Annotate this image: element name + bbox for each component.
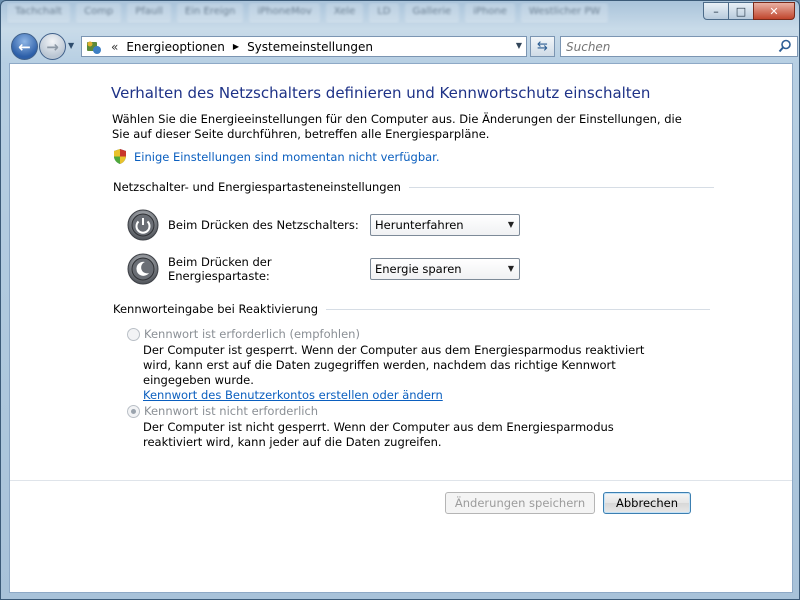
- password-not-required-label: Kennwort ist nicht erforderlich: [144, 404, 319, 418]
- description-text: Der Computer ist nicht gesperrt. Wenn de…: [143, 420, 614, 449]
- breadcrumb-energieoptionen[interactable]: Energieoptionen: [126, 40, 225, 54]
- footer-divider: [10, 480, 792, 481]
- recent-pages-dropdown-icon[interactable]: ▼: [68, 41, 74, 50]
- search-icon[interactable]: [778, 39, 792, 53]
- window-frame: Tachchalt Comp Pfaull Ein Ereign iPhoneM…: [0, 0, 800, 600]
- content-pane: Verhalten des Netzschalters definieren u…: [9, 63, 793, 593]
- close-button[interactable]: ✕: [753, 2, 795, 20]
- caption-buttons: – □ ✕: [703, 2, 795, 20]
- chevron-down-icon: ▼: [507, 220, 514, 229]
- maximize-button[interactable]: □: [728, 2, 754, 20]
- description-text: Der Computer ist gesperrt. Wenn der Comp…: [143, 343, 645, 387]
- page-title: Verhalten des Netzschalters definieren u…: [111, 84, 651, 102]
- sleep-button-action-dropdown[interactable]: Energie sparen ▼: [370, 258, 520, 280]
- power-button-action-dropdown[interactable]: Herunterfahren ▼: [370, 214, 520, 236]
- breadcrumb-overflow[interactable]: «: [111, 40, 118, 54]
- blurred-text: Westlicher PW: [520, 3, 609, 23]
- admin-settings-row: Einige Einstellungen sind momentan nicht…: [112, 148, 440, 165]
- unavailable-settings-link[interactable]: Einige Einstellungen sind momentan nicht…: [134, 150, 440, 164]
- sleep-button-label: Beim Drücken der Energiespartaste:: [168, 255, 272, 283]
- chevron-down-icon: ▼: [507, 264, 514, 273]
- refresh-button[interactable]: ⇆: [530, 36, 555, 57]
- address-dropdown-icon[interactable]: ▼: [516, 41, 522, 50]
- save-changes-button[interactable]: Änderungen speichern: [445, 492, 595, 514]
- search-box[interactable]: [560, 36, 798, 57]
- blurred-text: Gallerie: [404, 3, 460, 23]
- power-button-icon: [127, 209, 159, 241]
- breadcrumb-systemeinstellungen[interactable]: Systemeinstellungen: [247, 40, 373, 54]
- sleep-button-icon: [127, 253, 159, 285]
- dropdown-value: Herunterfahren: [375, 218, 464, 232]
- power-button-setting-row: Beim Drücken des Netzschalters: Herunter…: [127, 209, 520, 241]
- password-section-heading: Kennworteingabe bei Reaktivierung: [113, 302, 711, 316]
- breadcrumb-separator-icon[interactable]: ▶: [233, 42, 239, 51]
- control-panel-icon: [87, 41, 101, 54]
- section-divider: [326, 308, 711, 310]
- uac-shield-icon: [114, 149, 126, 164]
- minimize-button[interactable]: –: [703, 2, 729, 20]
- blurred-text: iPhoneMov: [249, 3, 320, 23]
- blurred-text: Tachchalt: [7, 3, 71, 23]
- password-not-required-description: Der Computer ist nicht gesperrt. Wenn de…: [143, 420, 673, 450]
- blurred-text: iPhone: [465, 3, 515, 23]
- title-bar[interactable]: Tachchalt Comp Pfaull Ein Ereign iPhoneM…: [1, 1, 800, 27]
- power-buttons-section-heading: Netzschalter- und Energiespartasteneinst…: [113, 180, 714, 194]
- blurred-text: Pfaull: [127, 3, 171, 23]
- background-taskbar-reflection: Tachchalt Comp Pfaull Ein Ereign iPhoneM…: [7, 3, 697, 23]
- section-heading-text: Netzschalter- und Energiespartasteneinst…: [113, 180, 401, 194]
- section-divider: [408, 186, 714, 188]
- forward-button[interactable]: →: [39, 33, 66, 60]
- password-required-description: Der Computer ist gesperrt. Wenn der Comp…: [143, 343, 673, 403]
- password-not-required-option[interactable]: Kennwort ist nicht erforderlich: [127, 404, 318, 418]
- password-required-radio[interactable]: [127, 327, 140, 341]
- password-not-required-radio[interactable]: [127, 404, 140, 418]
- address-bar[interactable]: « Energieoptionen ▶ Systemeinstellungen …: [81, 36, 527, 57]
- blurred-text: Ein Ereign: [176, 3, 244, 23]
- power-button-label: Beim Drücken des Netzschalters:: [168, 218, 359, 232]
- cancel-button[interactable]: Abbrechen: [603, 492, 691, 514]
- section-heading-text: Kennworteingabe bei Reaktivierung: [113, 302, 319, 316]
- blurred-text: LD: [369, 3, 399, 23]
- search-input[interactable]: [566, 39, 766, 54]
- blurred-text: Comp: [76, 3, 122, 23]
- password-required-label: Kennwort ist erforderlich (empfohlen): [144, 327, 360, 341]
- blurred-text: Xele: [325, 3, 364, 23]
- dropdown-value: Energie sparen: [375, 262, 462, 276]
- sleep-button-setting-row: Beim Drücken der Energiespartaste: Energ…: [127, 253, 520, 285]
- navigation-bar: ← → ▼ « Energieoptionen ▶ Systemeinstell…: [9, 31, 798, 61]
- back-button[interactable]: ←: [11, 33, 38, 60]
- intro-text: Wählen Sie die Energieeinstellungen für …: [112, 112, 682, 141]
- password-required-option[interactable]: Kennwort ist erforderlich (empfohlen): [127, 327, 360, 341]
- create-password-link[interactable]: Kennwort des Benutzerkontos erstellen od…: [143, 388, 443, 402]
